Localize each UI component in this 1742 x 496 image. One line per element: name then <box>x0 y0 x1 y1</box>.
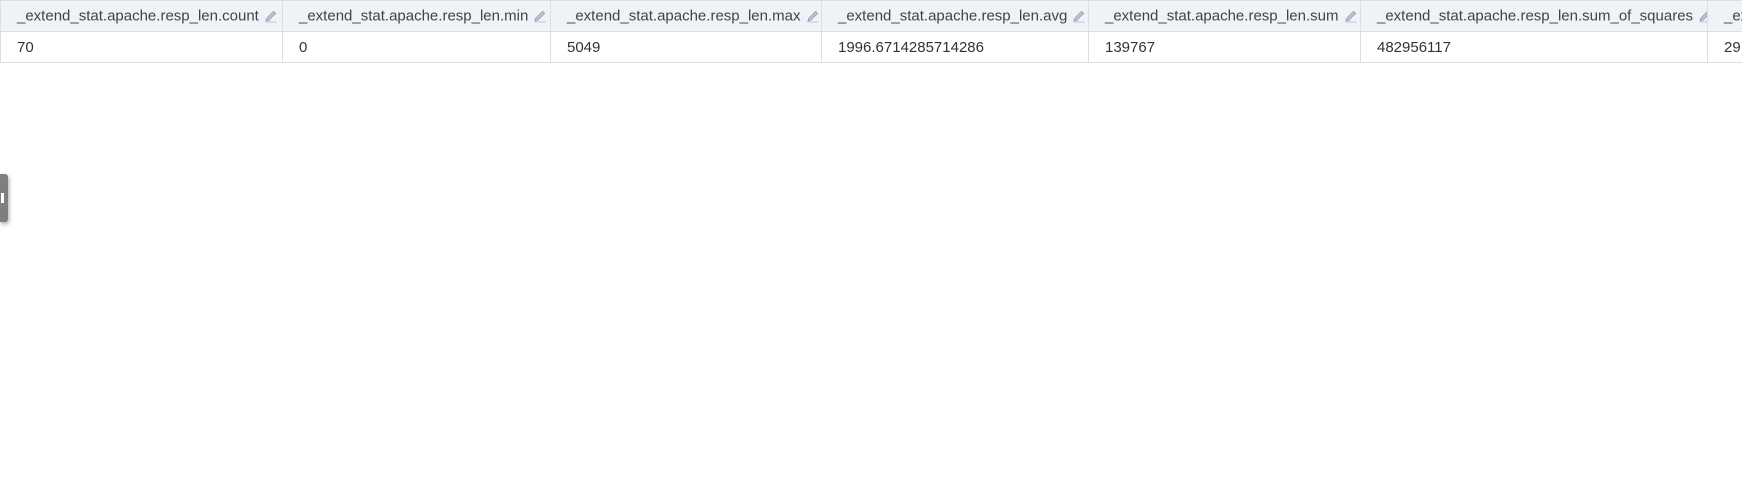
pencil-icon[interactable] <box>806 9 820 23</box>
table-cell-truncated: 29 <box>1707 31 1742 63</box>
table-cell-avg: 1996.6714285714286 <box>821 31 1089 63</box>
pencil-icon[interactable] <box>1344 9 1358 23</box>
column-header-label: _extend_stat.apache.resp_len.avg <box>838 7 1068 25</box>
results-table-container: _extend_stat.apache.resp_len.count _exte… <box>0 0 1742 63</box>
column-header-label: _extend_stat.apache.resp_len.max <box>567 7 801 25</box>
column-header-label: _extend_stat.apache.resp_len.min <box>299 7 529 25</box>
table-cell-max: 5049 <box>550 31 822 63</box>
column-header-truncated[interactable]: _ex <box>1707 0 1742 32</box>
pencil-icon[interactable] <box>264 9 278 23</box>
column-header-max[interactable]: _extend_stat.apache.resp_len.max <box>550 0 822 32</box>
sidebar-toggle-handle[interactable] <box>0 174 8 222</box>
column-header-avg[interactable]: _extend_stat.apache.resp_len.avg <box>821 0 1089 32</box>
pencil-icon[interactable] <box>1698 9 1707 23</box>
table-cell-sum-of-squares: 482956117 <box>1360 31 1708 63</box>
column-header-label: _extend_stat.apache.resp_len.sum_of_squa… <box>1377 7 1694 25</box>
column-header-label: _extend_stat.apache.resp_len.sum <box>1105 7 1339 25</box>
table-cell-min: 0 <box>282 31 551 63</box>
column-header-min[interactable]: _extend_stat.apache.resp_len.min <box>282 0 551 32</box>
column-header-sum-of-squares[interactable]: _extend_stat.apache.resp_len.sum_of_squa… <box>1360 0 1708 32</box>
column-header-label: _ex <box>1724 7 1742 25</box>
column-header-label: _extend_stat.apache.resp_len.count <box>17 7 259 25</box>
pencil-icon[interactable] <box>533 9 547 23</box>
pencil-icon[interactable] <box>1072 9 1086 23</box>
table-row: 70 0 5049 1996.6714285714286 139767 4829… <box>0 31 1742 63</box>
table-cell-sum: 139767 <box>1088 31 1361 63</box>
column-header-count[interactable]: _extend_stat.apache.resp_len.count <box>0 0 283 32</box>
column-header-sum[interactable]: _extend_stat.apache.resp_len.sum <box>1088 0 1361 32</box>
table-cell-count: 70 <box>0 31 283 63</box>
results-table: _extend_stat.apache.resp_len.count _exte… <box>0 0 1742 63</box>
table-header-row: _extend_stat.apache.resp_len.count _exte… <box>0 0 1742 32</box>
grip-icon <box>1 193 4 203</box>
